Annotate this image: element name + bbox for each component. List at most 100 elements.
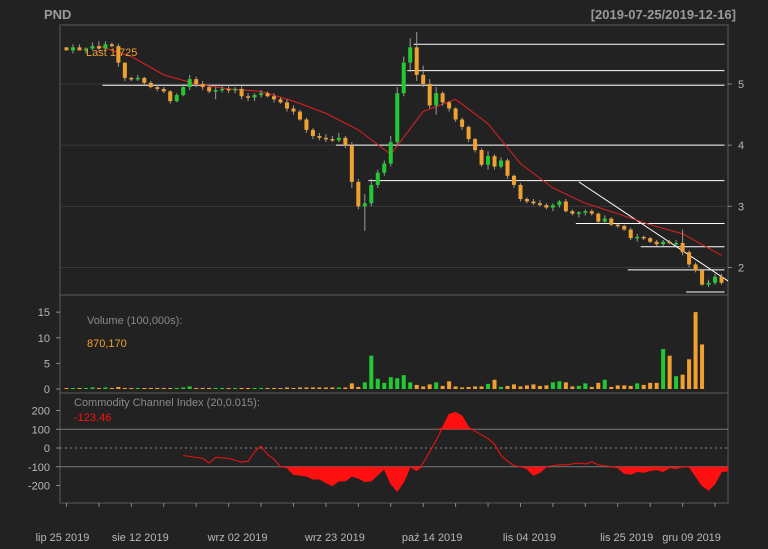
candle-body (70, 47, 75, 51)
volume-bar (557, 381, 562, 389)
candle-body (181, 87, 186, 96)
volume-bar (148, 387, 153, 389)
volume-bar (667, 355, 672, 389)
volume-bar (356, 386, 361, 389)
volume-bar (369, 355, 374, 389)
cci-tick-label: -200 (28, 481, 50, 493)
volume-bar (304, 387, 309, 389)
candle-body (252, 95, 257, 98)
candle-body (187, 79, 192, 88)
last-price-label: Last 1.725 (86, 47, 137, 59)
candle-body (583, 211, 588, 213)
candle-body (453, 108, 458, 120)
candle-body (440, 93, 445, 103)
x-tick-label: lip 25 2019 (36, 532, 90, 544)
candle-body (602, 218, 607, 222)
volume-bar (382, 382, 387, 389)
volume-bar (336, 387, 341, 389)
candle-body (336, 137, 341, 141)
volume-bar (64, 387, 69, 389)
volume-bar (693, 312, 698, 389)
volume-bar (700, 344, 705, 389)
volume-bar (589, 386, 594, 389)
candle-body (550, 205, 555, 208)
candle-body (109, 44, 114, 47)
candle-body (388, 142, 393, 164)
candle-body (297, 111, 302, 120)
candle-body (155, 87, 160, 89)
candle-body (447, 102, 452, 109)
volume-bar (122, 387, 127, 389)
volume-bar (194, 387, 199, 389)
volume-bar (635, 383, 640, 389)
volume-bar (440, 385, 445, 389)
candle-body (265, 93, 270, 97)
candle-body (648, 238, 653, 242)
volume-bar (291, 387, 296, 389)
volume-bar (259, 387, 264, 389)
candle-body (427, 84, 432, 106)
volume-tick-label: 15 (38, 307, 50, 319)
candle-body (661, 241, 666, 245)
volume-bar (109, 387, 114, 389)
candle-body (330, 139, 335, 141)
candle-body (395, 93, 400, 143)
volume-bar (388, 377, 393, 389)
volume-bar (518, 386, 523, 389)
volume-value-label: 870,170 (87, 338, 127, 350)
candle-body (194, 79, 199, 85)
volume-tick-label: 5 (44, 358, 50, 370)
candle-body (207, 87, 212, 92)
cci-overbought-fill (183, 412, 729, 430)
candle-body (200, 84, 205, 88)
candle-body (589, 211, 594, 214)
candle-body (460, 119, 465, 127)
candle-body (343, 137, 348, 146)
volume-bar (687, 359, 692, 389)
volume-bar (349, 383, 354, 389)
x-tick-label: lis 25 2019 (600, 532, 653, 544)
candle-body (693, 264, 698, 271)
volume-bar (207, 387, 212, 389)
volume-bar (246, 387, 251, 389)
cci-tick-label: -100 (28, 462, 50, 474)
candle-body (570, 211, 575, 214)
volume-bar (252, 387, 257, 389)
candle-body (291, 108, 296, 112)
volume-bar (213, 387, 218, 389)
volume-bar (550, 382, 555, 389)
cci-tick-label: 0 (44, 443, 50, 455)
volume-tick-label: 0 (44, 384, 50, 396)
volume-bar (200, 387, 205, 389)
candle-body (531, 201, 536, 204)
volume-bar (226, 387, 231, 389)
volume-bar (317, 387, 322, 389)
volume-bar (90, 387, 95, 389)
candle-body (486, 156, 491, 165)
x-tick-label: wrz 02 2019 (207, 532, 268, 544)
volume-bar (505, 385, 510, 389)
volume-bar (233, 387, 238, 389)
volume-bar (524, 385, 529, 389)
cci-tick-label: 100 (32, 424, 50, 436)
volume-bar (427, 384, 432, 389)
candle-body (537, 203, 542, 206)
chart-canvas: 2 3 4 5 0 5 10 15 200 100 0 -100 -200 lip 25 2019 sie … (28, 24, 744, 544)
candle-body (421, 74, 426, 85)
volume-bar (70, 387, 75, 389)
volume-bar (674, 376, 679, 389)
volume-bar (77, 387, 82, 389)
candle-body (706, 282, 711, 285)
volume-bar (570, 386, 575, 389)
candle-body (375, 172, 380, 185)
volume-bar (408, 382, 413, 389)
volume-bar (272, 387, 277, 389)
candle-body (667, 241, 672, 244)
candle-body (226, 88, 231, 91)
candle-body (434, 93, 439, 106)
volume-bar (447, 381, 452, 389)
volume-bar (622, 385, 627, 389)
candle-body (349, 145, 354, 182)
candle-body (505, 160, 510, 176)
volume-bar (116, 386, 121, 389)
